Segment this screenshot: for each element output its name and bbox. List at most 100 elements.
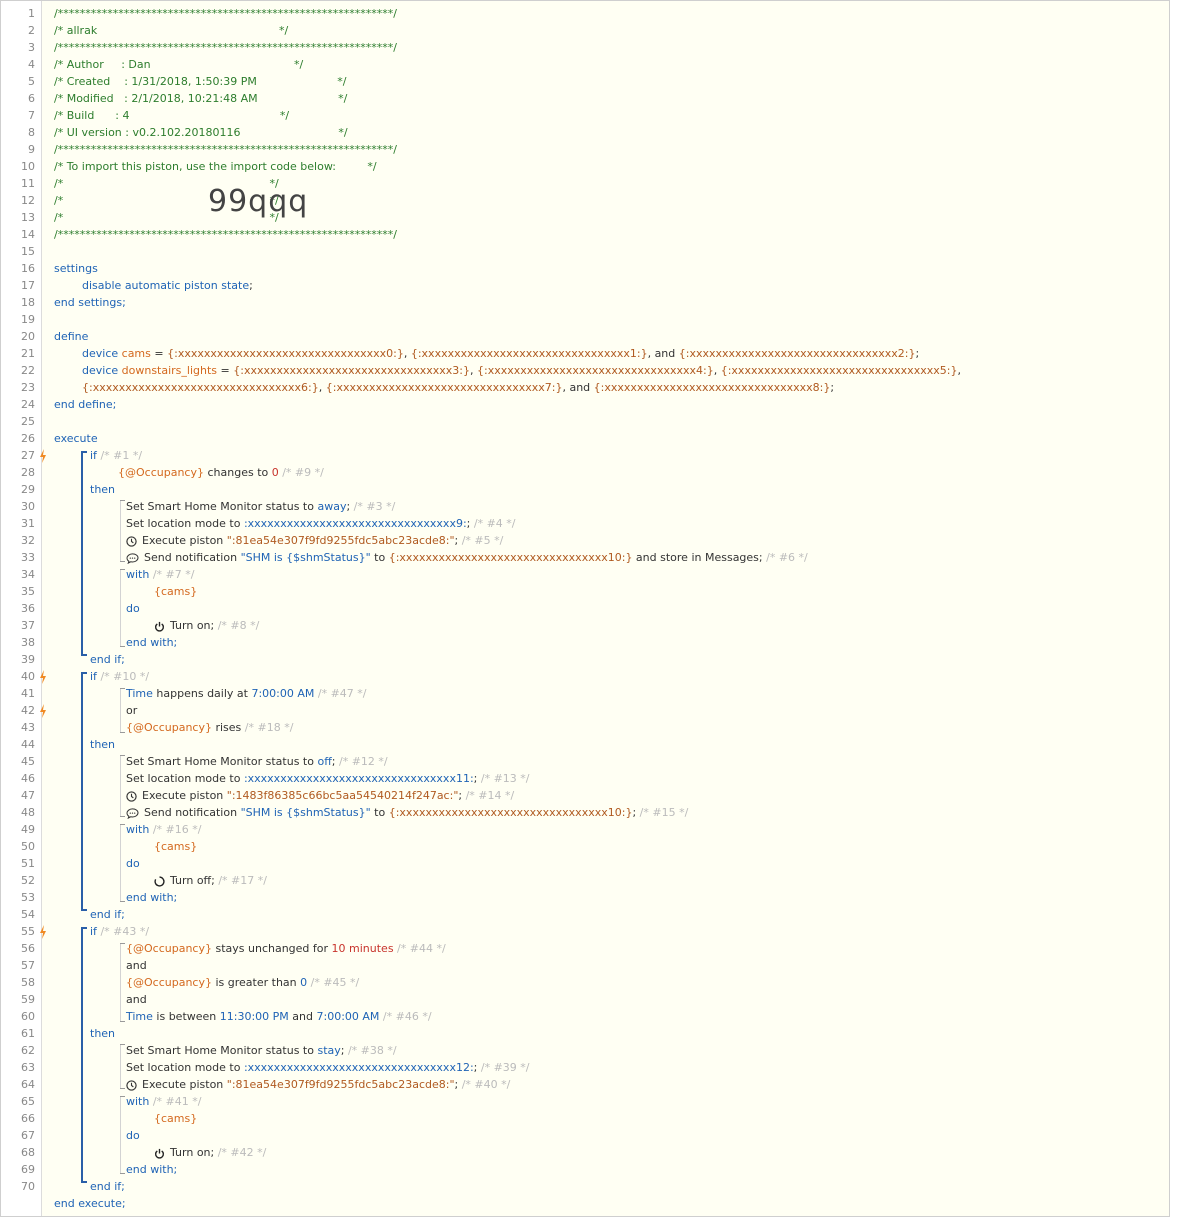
line-number: 16 [21,262,35,275]
condition-occupancy-greater-than[interactable]: {@Occupancy} is greater than 0 /* #45 */ [126,974,359,991]
with-guide [120,824,121,902]
clock-icon [126,1079,137,1091]
action-set-shm-stay[interactable]: Set Smart Home Monitor status to stay; /… [126,1042,397,1059]
bracket-cap [81,927,87,929]
do-keyword: do [126,1129,140,1142]
line-number: 13 [21,211,35,224]
action-turn-off[interactable]: Turn off; /* #17 */ [154,872,267,889]
header-border: /***************************************… [54,143,397,156]
line-number: 14 [21,228,35,241]
chat-bubble-icon [126,552,139,564]
guide-cap [120,569,125,570]
with-statement[interactable]: with /* #41 */ [126,1093,201,1110]
with-device-cams[interactable]: {cams} [154,838,197,855]
action-set-location-mode[interactable]: Set location mode to :xxxxxxxxxxxxxxxxxx… [126,770,530,787]
device-ref: {:xxxxxxxxxxxxxxxxxxxxxxxxxxxxxxxx5:} [720,364,958,377]
line-number: 69 [21,1163,35,1176]
action-send-notification[interactable]: Send notification "SHM is {$shmStatus}" … [126,549,808,566]
if-statement-2[interactable]: if /* #10 */ [90,668,149,685]
line-number: 35 [21,585,35,598]
if-block-bracket [81,451,83,656]
line-number: 52 [21,874,35,887]
guide-cap [120,755,125,756]
action-set-shm-away[interactable]: Set Smart Home Monitor status to away; /… [126,498,395,515]
guide-cap [120,943,125,944]
line-number: 50 [21,840,35,853]
guide-cap [120,1044,125,1045]
if-statement-1[interactable]: if /* #1 */ [90,447,142,464]
action-send-notification[interactable]: Send notification "SHM is {$shmStatus}" … [126,804,688,821]
end-if-keyword: end if; [90,908,125,921]
line-number: 55 [21,925,35,938]
condition-occupancy-stays-unchanged[interactable]: {@Occupancy} stays unchanged for 10 minu… [126,940,446,957]
line-number: 49 [21,823,35,836]
line-number: 5 [28,75,35,88]
device-ref: {:xxxxxxxxxxxxxxxxxxxxxxxxxxxxxxxx8:} [593,381,831,394]
execute-keyword: execute [54,432,98,445]
action-execute-piston[interactable]: Execute piston ":81ea54e307f9fd9255fdc5a… [126,1076,510,1093]
action-execute-piston[interactable]: Execute piston ":81ea54e307f9fd9255fdc5a… [126,532,503,549]
then-keyword: then [90,738,116,751]
and-operator[interactable]: and [126,957,147,974]
with-guide [120,1096,121,1174]
line-number: 66 [21,1112,35,1125]
define-downstairs-lights-cont: {:xxxxxxxxxxxxxxxxxxxxxxxxxxxxxxxx6:}, {… [82,381,835,394]
header-ui-version: /* UI version : v0.2.102.20180116 */ [54,126,348,139]
line-number: 47 [21,789,35,802]
device-ref: {:xxxxxxxxxxxxxxxxxxxxxxxxxxxxxxxx6:} [82,381,319,394]
line-number: 17 [21,279,35,292]
line-number: 10 [21,160,35,173]
action-set-location-mode[interactable]: Set location mode to :xxxxxxxxxxxxxxxxxx… [126,1059,530,1076]
end-if-keyword: end if; [90,1180,125,1193]
action-set-location-mode[interactable]: Set location mode to :xxxxxxxxxxxxxxxxxx… [126,515,516,532]
line-number: 30 [21,500,35,513]
if-statement-3[interactable]: if /* #43 */ [90,923,149,940]
setting-disable-state: disable automatic piston state [82,279,250,292]
line-number: 51 [21,857,35,870]
line-number: 62 [21,1044,35,1057]
line-number: 6 [28,92,35,105]
header-border: /***************************************… [54,7,397,20]
line-number: 9 [28,143,35,156]
guide-cap [120,1173,125,1174]
action-turn-on[interactable]: Turn on; /* #8 */ [154,617,259,634]
then-keyword: then [90,1027,116,1040]
guide-cap [120,824,125,825]
action-turn-on[interactable]: Turn on; /* #42 */ [154,1144,266,1161]
action-set-shm-off[interactable]: Set Smart Home Monitor status to off; /*… [126,753,388,770]
device-ref: {:xxxxxxxxxxxxxxxxxxxxxxxxxxxxxxxx1:} [410,347,648,360]
line-number: 12 [21,194,35,207]
line-number: 1 [28,7,35,20]
condition-occupancy-rises[interactable]: {@Occupancy} rises /* #18 */ [126,719,293,736]
or-operator[interactable]: or [126,702,137,719]
guide-cap [120,1021,125,1022]
header-build: /* Build : 4 */ [54,109,290,122]
action-execute-piston[interactable]: Execute piston ":1483f86385c66bc5aa54540… [126,787,514,804]
line-number: 31 [21,517,35,530]
line-number: 2 [28,24,35,37]
device-keyword: device [82,364,119,377]
line-number: 28 [21,466,35,479]
line-number: 42 [21,704,35,717]
guide-cap [120,732,125,733]
with-device-cams[interactable]: {cams} [154,1110,197,1127]
power-off-icon [154,875,165,887]
if-block-bracket [81,672,83,911]
line-number: 8 [28,126,35,139]
and-operator[interactable]: and [126,991,147,1008]
condition-time-happens-daily[interactable]: Time happens daily at 7:00:00 AM /* #47 … [126,685,367,702]
line-number: 58 [21,976,35,989]
line-number: 19 [21,313,35,326]
guide-cap [120,1096,125,1097]
line-number: 46 [21,772,35,785]
with-device-cams[interactable]: {cams} [154,583,197,600]
condition-time-between[interactable]: Time is between 11:30:00 PM and 7:00:00 … [126,1008,432,1025]
power-icon [154,621,165,632]
condition-occupancy-changes[interactable]: {@Occupancy} changes to 0 /* #9 */ [118,464,324,481]
with-statement[interactable]: with /* #16 */ [126,821,201,838]
guide-cap [120,500,125,501]
line-number: 23 [21,381,35,394]
line-number: 61 [21,1027,35,1040]
line-number: 4 [28,58,35,71]
with-statement[interactable]: with /* #7 */ [126,566,194,583]
